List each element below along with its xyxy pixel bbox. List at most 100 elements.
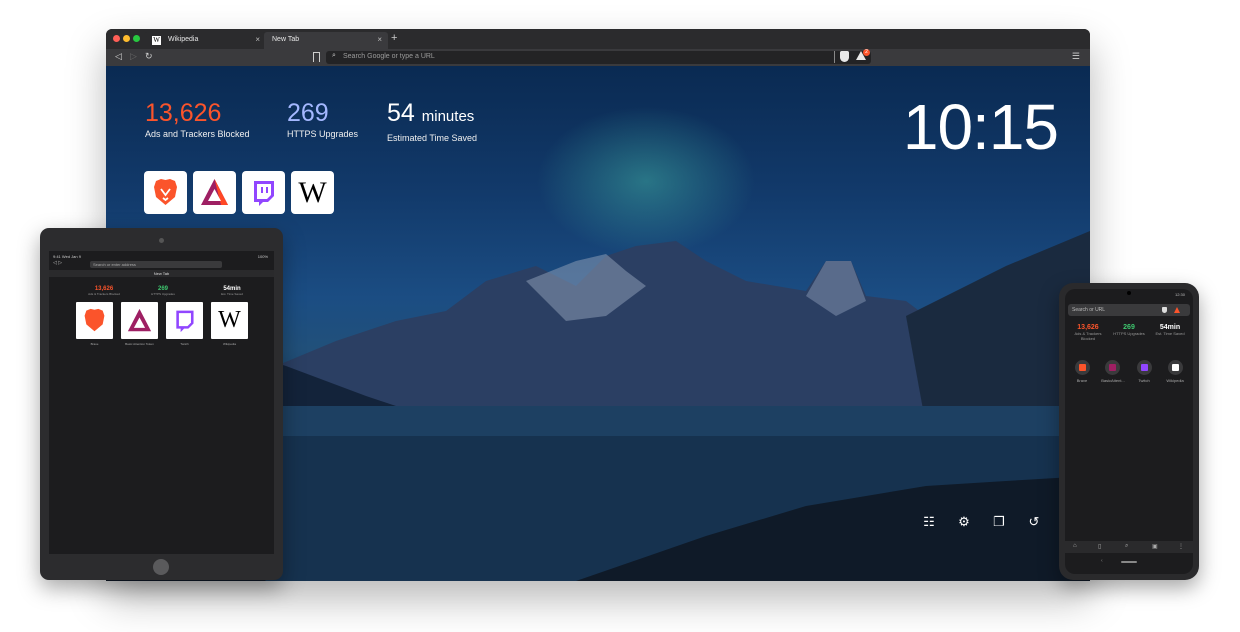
home-button[interactable]: [153, 559, 169, 575]
bookmark-icon[interactable]: ▯: [1098, 543, 1101, 550]
brave-rewards-icon[interactable]: [1174, 307, 1180, 313]
stat-time-saved: 54min Est. Time Saved: [1150, 324, 1190, 336]
tab-new-tab[interactable]: New Tab ×: [264, 32, 388, 49]
tab-wikipedia[interactable]: W Wikipedia ×: [144, 32, 266, 49]
phone-screen: 12:30 Search or URL 13,626 Ads & Tracker…: [1065, 289, 1193, 574]
stat-https-upgrades: 269 HTTPS Upgrades: [138, 286, 188, 296]
close-tab-icon[interactable]: ×: [255, 35, 260, 44]
stat-label: Est. Time Saved: [1155, 331, 1185, 336]
bookmarks-icon[interactable]: ❐: [990, 514, 1008, 532]
reload-button[interactable]: ↻: [145, 51, 153, 62]
home-icon[interactable]: ⌂: [1073, 543, 1077, 549]
maximize-window-button[interactable]: [133, 35, 140, 42]
stat-label: HTTPS Upgrades: [1113, 331, 1145, 336]
history-icon[interactable]: ↺: [1025, 514, 1043, 532]
stat-label: Est. Time Saved: [221, 292, 243, 296]
top-site-bat[interactable]: [121, 302, 158, 339]
top-site-wikipedia[interactable]: [1168, 360, 1183, 375]
stat-value: 54min: [1159, 324, 1181, 331]
address-placeholder: Search or enter address: [93, 262, 136, 267]
https-upgrades-count: 269: [287, 99, 329, 127]
tab-new-tab[interactable]: New Tab: [49, 270, 274, 277]
ads-blocked-label: Ads and Trackers Blocked: [145, 129, 250, 139]
address-bar[interactable]: Search or URL: [1068, 304, 1190, 316]
address-placeholder: Search or URL: [1072, 307, 1106, 313]
wikipedia-icon: W: [218, 307, 241, 333]
search-icon[interactable]: ⌕: [1125, 543, 1128, 550]
top-site-brave[interactable]: [1075, 360, 1090, 375]
tab-label: Wikipedia: [168, 36, 199, 43]
settings-icon[interactable]: ⚙: [955, 514, 973, 532]
stat-value: 269: [1123, 324, 1135, 331]
stat-ads-blocked: 13,626 Ads and Trackers Blocked: [145, 99, 250, 139]
site-label: BasicAttent...: [1101, 378, 1125, 383]
ads-blocked-count: 13,626: [145, 99, 222, 127]
wikipedia-favicon-icon: W: [152, 36, 161, 45]
stat-label: Ads & Trackers Blocked: [88, 292, 120, 296]
stat-label: Ads & Trackers Blocked: [1074, 331, 1102, 341]
tab-label: New Tab: [153, 271, 170, 276]
top-site-twitch[interactable]: [242, 171, 285, 214]
tablet-device: 9:41 Wed Jan 9 100% ◁ ▷ Search or enter …: [40, 228, 283, 580]
top-site-brave[interactable]: [144, 171, 187, 214]
top-site-wikipedia[interactable]: W: [211, 302, 248, 339]
browser-toolbar: ◁ ▷ ↻ ⌕ Search Google or type a URL 2 ☰: [106, 49, 1090, 66]
nav-arrows[interactable]: ◁ ▷: [53, 260, 62, 266]
top-site-twitch[interactable]: [1137, 360, 1152, 375]
bat-triangle-icon: [127, 308, 152, 332]
site-label: Twitch: [180, 342, 189, 346]
top-site-bat[interactable]: [1105, 360, 1120, 375]
forward-button[interactable]: ▷: [130, 51, 137, 62]
address-bar[interactable]: Search or enter address: [90, 261, 222, 268]
top-site-brave[interactable]: [76, 302, 113, 339]
menu-icon[interactable]: ⋮: [1178, 543, 1184, 550]
top-site-twitch[interactable]: [166, 302, 203, 339]
stat-time-saved: 54min Est. Time Saved: [207, 286, 257, 296]
address-bar[interactable]: ⌕ Search Google or type a URL: [326, 51, 871, 64]
stat-https-upgrades: 269 HTTPS Upgrades: [1109, 324, 1149, 336]
brave-lion-icon: [1079, 364, 1086, 371]
brave-shields-icon[interactable]: [840, 51, 849, 62]
camera-dot: [1127, 291, 1131, 295]
top-site-bat[interactable]: [193, 171, 236, 214]
back-icon[interactable]: ‹: [1101, 558, 1103, 564]
tab-label: New Tab: [272, 36, 300, 43]
wikipedia-icon: [1172, 364, 1179, 371]
product-showcase: W Wikipedia × New Tab × + ◁ ▷ ↻ ⌕ Search…: [0, 0, 1240, 632]
battery-indicator: 100%: [257, 254, 268, 259]
stat-time-saved: 54 minutes Estimated Time Saved: [387, 99, 477, 143]
bat-triangle-icon: [201, 179, 228, 205]
wikipedia-icon: W: [298, 176, 327, 209]
camera-dot: [159, 238, 164, 243]
minimize-window-button[interactable]: [123, 35, 130, 42]
site-label: Wikipedia: [222, 342, 236, 346]
top-site-wikipedia[interactable]: W: [291, 171, 334, 214]
twitch-icon: [176, 310, 194, 333]
customize-icon[interactable]: ☷: [920, 514, 938, 532]
tablet-screen: 9:41 Wed Jan 9 100% ◁ ▷ Search or enter …: [49, 251, 274, 554]
status-time: 12:30: [1174, 292, 1185, 297]
twitch-icon: [254, 181, 274, 206]
bookmark-icon[interactable]: [313, 52, 320, 62]
stat-ads-blocked: 13,626 Ads & Trackers Blocked: [79, 286, 129, 296]
site-label: Brave: [90, 342, 99, 346]
site-label: Basic Attention Token: [125, 342, 154, 346]
stat-https-upgrades: 269 HTTPS Upgrades: [287, 99, 358, 139]
https-upgrades-label: HTTPS Upgrades: [287, 129, 359, 139]
home-indicator[interactable]: [1121, 561, 1137, 563]
close-tab-icon[interactable]: ×: [377, 35, 382, 44]
tabs-icon[interactable]: ▣: [1152, 543, 1158, 550]
stat-label: HTTPS Upgrades: [151, 292, 175, 296]
bat-triangle-icon: [1109, 364, 1116, 371]
brave-lion-icon: [154, 179, 177, 205]
stat-value: 13,626: [1077, 324, 1099, 331]
bottom-toolbar: ⌂ ▯ ⌕ ▣ ⋮: [1065, 541, 1193, 553]
close-window-button[interactable]: [113, 35, 120, 42]
stat-ads-blocked: 13,626 Ads & Trackers Blocked: [1068, 324, 1108, 341]
brave-shields-icon[interactable]: [1162, 307, 1167, 313]
back-button[interactable]: ◁: [115, 51, 122, 62]
menu-icon[interactable]: ☰: [1072, 51, 1080, 62]
brave-lion-icon: [84, 308, 105, 332]
new-tab-button[interactable]: +: [391, 32, 397, 44]
tab-strip: W Wikipedia × New Tab × +: [106, 29, 1090, 49]
